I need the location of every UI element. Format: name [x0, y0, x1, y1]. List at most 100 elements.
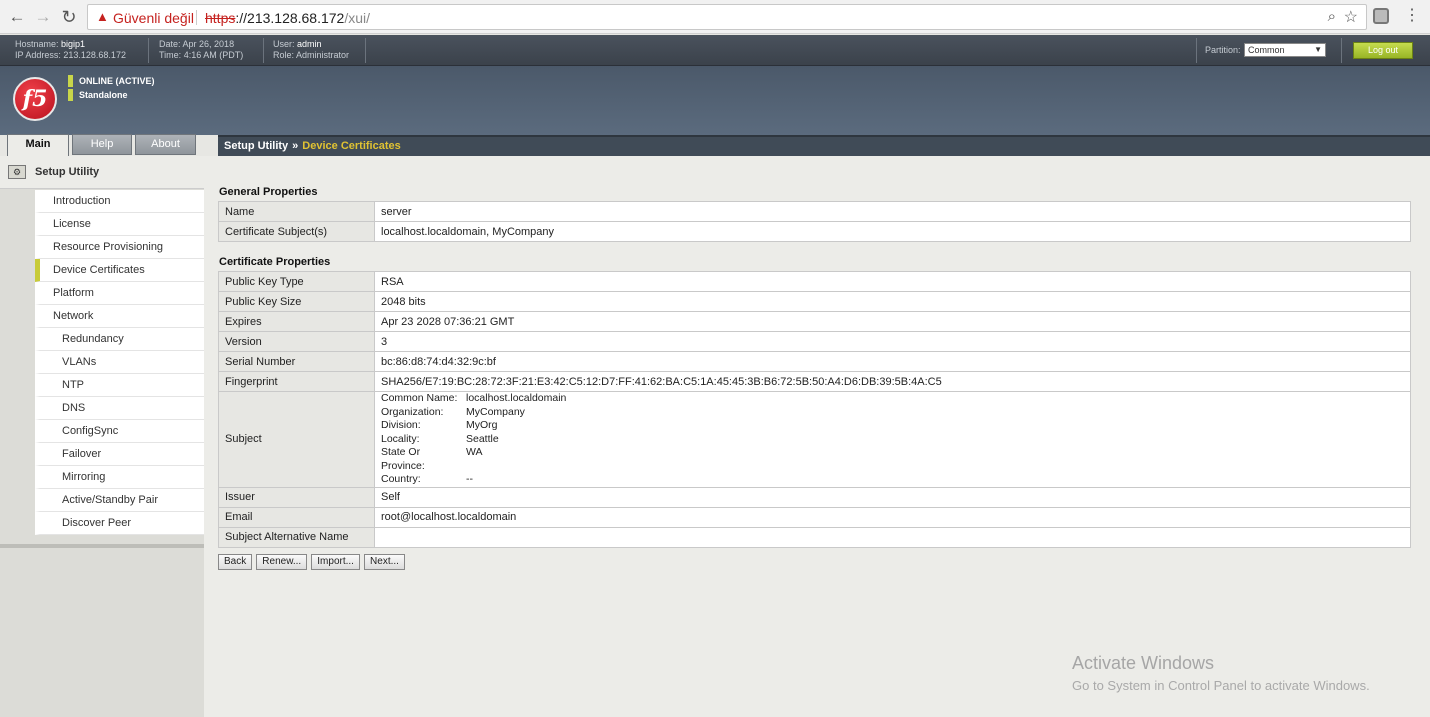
url-text[interactable]: https://213.128.68.172/xui/	[205, 10, 370, 26]
import-button[interactable]: Import...	[311, 554, 360, 570]
partition-select[interactable]: Common ▼	[1244, 43, 1326, 57]
ip-label: IP Address:	[15, 50, 61, 60]
hostname-label: Hostname:	[15, 39, 59, 49]
status-standalone: Standalone	[68, 89, 128, 101]
subject-field-label: Country:	[381, 473, 421, 485]
system-info-bar: Hostname: bigip1 IP Address: 213.128.68.…	[0, 35, 1430, 66]
next-button[interactable]: Next...	[364, 554, 405, 570]
certificate-properties-table: Public Key Type RSA Public Key Size 2048…	[218, 271, 1411, 548]
back-arrow-icon[interactable]: ←	[6, 6, 28, 28]
warning-icon[interactable]: ▲	[96, 9, 109, 24]
date-label: Date:	[159, 39, 181, 49]
breadcrumb-root[interactable]: Setup Utility	[224, 140, 288, 152]
extension-icon[interactable]	[1373, 8, 1389, 24]
property-key: Expires	[218, 311, 375, 332]
subject-field-label: Locality:	[381, 432, 420, 445]
sidebar-item-vlans[interactable]: VLANs	[35, 351, 204, 374]
sidebar-item-network[interactable]: Network	[35, 305, 204, 328]
table-row: Subject Common Name: localhost.localdoma…	[218, 391, 1411, 488]
table-row: Public Key Type RSA	[218, 271, 1411, 292]
table-row: Public Key Size 2048 bits	[218, 291, 1411, 312]
sidebar-item-failover[interactable]: Failover	[35, 443, 204, 466]
forward-arrow-icon[interactable]: →	[32, 6, 54, 28]
sidebar-header[interactable]: ⚙ Setup Utility	[0, 156, 204, 189]
sidebar-item-dns[interactable]: DNS	[35, 397, 204, 420]
subject-details: Common Name: localhost.localdomain Organ…	[374, 391, 1411, 488]
property-key: Fingerprint	[218, 371, 375, 392]
property-value: Self	[374, 486, 1411, 508]
property-value: SHA256/E7:19:BC:28:72:3F:21:E3:42:C5:12:…	[374, 371, 1411, 392]
tab-main[interactable]: Main	[7, 134, 69, 156]
property-value: server	[374, 201, 1411, 222]
subject-field-value: MyOrg	[466, 419, 498, 431]
info-divider	[1196, 38, 1197, 63]
subject-field-value: MyCompany	[466, 405, 525, 418]
sidebar-item-mirroring[interactable]: Mirroring	[35, 466, 204, 489]
browser-toolbar: ← → ↻ ▲ Güvenli değil https://213.128.68…	[0, 0, 1430, 34]
activation-watermark-title: Activate Windows	[1072, 653, 1215, 673]
info-divider	[148, 38, 149, 63]
date-info: Date: Apr 26, 2018 Time: 4:16 AM (PDT)	[159, 39, 243, 61]
sidebar-item-introduction[interactable]: Introduction	[35, 190, 204, 213]
sidebar-footer	[0, 544, 204, 548]
property-key: Subject	[218, 391, 375, 488]
sidebar-menu: Introduction License Resource Provisioni…	[35, 190, 204, 535]
subject-field-label: Common Name:	[381, 392, 458, 404]
sidebar-item-license[interactable]: License	[35, 213, 204, 236]
security-indicator[interactable]: Güvenli değil	[113, 10, 194, 26]
sidebar-item-configsync[interactable]: ConfigSync	[35, 420, 204, 443]
breadcrumb-current: Device Certificates	[302, 140, 401, 152]
host-info: Hostname: bigip1 IP Address: 213.128.68.…	[15, 39, 126, 61]
back-button[interactable]: Back	[218, 554, 253, 570]
address-divider	[196, 10, 197, 25]
bookmark-star-icon[interactable]: ☆	[1344, 7, 1358, 27]
sidebar-item-platform[interactable]: Platform	[35, 282, 204, 305]
address-bar[interactable]: ▲ Güvenli değil https://213.128.68.172/x…	[87, 4, 1367, 30]
table-row: Email root@localhost.localdomain	[218, 506, 1411, 528]
sidebar: ⚙ Setup Utility Introduction License Res…	[0, 156, 204, 717]
table-row: Subject Alternative Name	[218, 526, 1411, 548]
reload-icon[interactable]: ↻	[58, 6, 80, 28]
time-value: 4:16 AM (PDT)	[183, 50, 244, 60]
info-divider	[365, 38, 366, 63]
general-properties-table: Name server Certificate Subject(s) local…	[218, 201, 1411, 242]
sidebar-item-redundancy[interactable]: Redundancy	[35, 328, 204, 351]
property-key: Name	[218, 201, 375, 222]
sidebar-item-resource-provisioning[interactable]: Resource Provisioning	[35, 236, 204, 259]
property-value: root@localhost.localdomain	[374, 506, 1411, 528]
property-key: Public Key Size	[218, 291, 375, 312]
setup-utility-icon: ⚙	[8, 165, 26, 179]
sidebar-item-discover-peer[interactable]: Discover Peer	[35, 512, 204, 535]
property-key: Issuer	[218, 486, 375, 508]
table-row: Issuer Self	[218, 486, 1411, 508]
f5-logo: f5	[13, 77, 57, 121]
table-row: Fingerprint SHA256/E7:19:BC:28:72:3F:21:…	[218, 371, 1411, 392]
logout-button[interactable]: Log out	[1353, 42, 1413, 59]
browser-menu-icon[interactable]: ⋮	[1404, 5, 1420, 27]
activation-watermark-subtitle: Go to System in Control Panel to activat…	[1072, 678, 1370, 693]
tab-about[interactable]: About	[135, 134, 196, 155]
user-info: User: admin Role: Administrator	[273, 39, 349, 61]
zoom-icon[interactable]: ⌕	[1328, 8, 1336, 25]
renew-button[interactable]: Renew...	[256, 554, 308, 570]
sidebar-item-active-standby-pair[interactable]: Active/Standby Pair	[35, 489, 204, 512]
property-value: 2048 bits	[374, 291, 1411, 312]
tab-help[interactable]: Help	[72, 134, 132, 155]
property-key: Email	[218, 506, 375, 528]
info-divider	[263, 38, 264, 63]
subject-field-value: localhost.localdomain	[466, 392, 567, 404]
subject-field-value: WA	[466, 446, 483, 458]
property-key: Subject Alternative Name	[218, 526, 375, 548]
role-value: Administrator	[296, 50, 350, 60]
sidebar-item-device-certificates[interactable]: Device Certificates	[35, 259, 204, 282]
info-divider	[1341, 38, 1342, 63]
user-value: admin	[297, 39, 322, 49]
property-key: Version	[218, 331, 375, 352]
property-key: Serial Number	[218, 351, 375, 372]
url-scheme: https	[205, 10, 236, 26]
subject-field-label: State Or Province:	[381, 446, 425, 472]
sidebar-item-ntp[interactable]: NTP	[35, 374, 204, 397]
property-value: 3	[374, 331, 1411, 352]
breadcrumb-separator: »	[292, 140, 299, 152]
chevron-down-icon: ▼	[1314, 45, 1322, 54]
